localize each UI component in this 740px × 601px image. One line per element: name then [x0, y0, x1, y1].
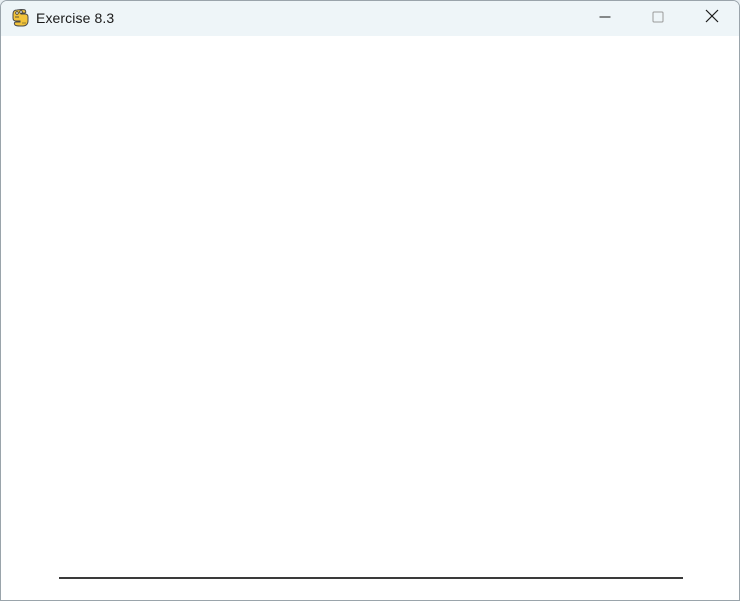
close-icon [705, 9, 719, 28]
close-button[interactable] [689, 1, 735, 36]
app-window: Exercise 8.3 [0, 0, 740, 601]
minimize-icon [599, 10, 611, 28]
maximize-icon [652, 10, 664, 28]
game-canvas[interactable] [1, 36, 739, 600]
title-bar[interactable]: Exercise 8.3 [1, 1, 739, 36]
window-title: Exercise 8.3 [36, 10, 115, 26]
ground-line [59, 577, 683, 579]
minimize-button[interactable] [582, 1, 628, 36]
pygame-snake-icon [11, 8, 31, 28]
maximize-button[interactable] [635, 1, 681, 36]
